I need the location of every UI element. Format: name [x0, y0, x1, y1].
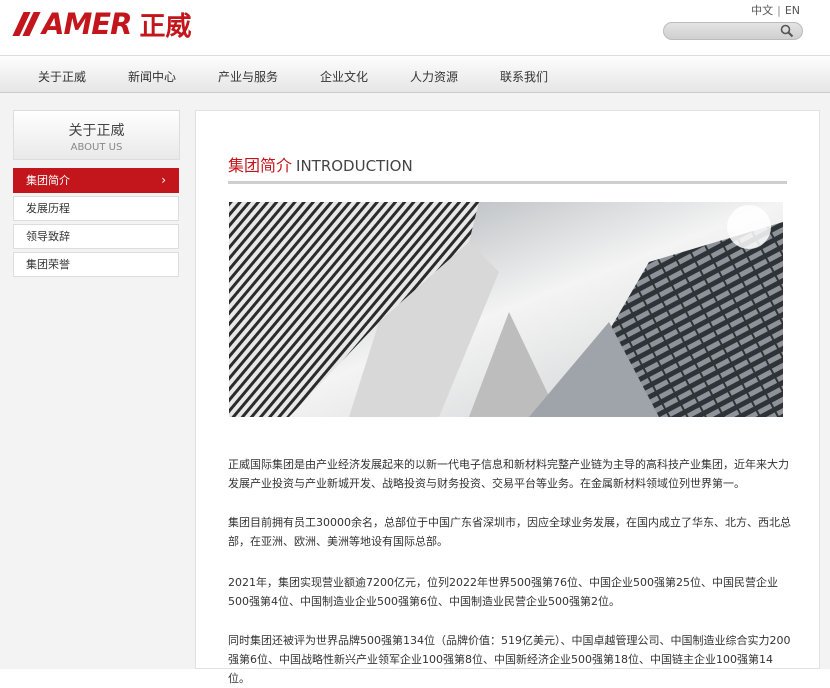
nav-item-news[interactable]: 新闻中心	[128, 68, 176, 85]
company-logo[interactable]: AMER 正威	[12, 6, 192, 42]
sidebar-header: 关于正威 ABOUT US	[13, 110, 180, 160]
lang-chinese-link[interactable]: 中文	[751, 4, 773, 17]
sidebar-item-history[interactable]: 发展历程	[13, 196, 179, 221]
page-title-en: INTRODUCTION	[296, 157, 413, 175]
title-divider	[228, 181, 787, 184]
page-title-cn: 集团简介	[228, 156, 293, 175]
chevron-right-icon: ›	[161, 173, 166, 187]
sidebar-item-label: 领导致辞	[26, 230, 70, 243]
sidebar-item-honors[interactable]: 集团荣誉	[13, 252, 179, 277]
nav-item-industry[interactable]: 产业与服务	[218, 68, 278, 85]
search-input[interactable]	[663, 22, 803, 40]
main-nav: 关于正威 新闻中心 产业与服务 企业文化 人力资源 联系我们	[0, 55, 830, 93]
sidebar-item-leader-speech[interactable]: 领导致辞	[13, 224, 179, 249]
skyscraper-image	[229, 202, 783, 417]
sidebar-item-introduction[interactable]: 集团简介 ›	[13, 168, 179, 193]
logo-text: AMER	[42, 7, 132, 41]
building-photo	[229, 202, 783, 417]
logo-chinese-name: 正威	[139, 11, 192, 42]
intro-paragraph-3: 2021年，集团实现营业额逾7200亿元，位列2022年世界500强第76位、中…	[228, 576, 778, 608]
sidebar-item-label: 发展历程	[26, 202, 70, 215]
nav-item-hr[interactable]: 人力资源	[410, 68, 458, 85]
header: AMER 正威 中文 | EN	[0, 0, 830, 55]
sidebar-subtitle: ABOUT US	[70, 142, 123, 153]
search-icon[interactable]	[780, 24, 794, 38]
sidebar-title: 关于正威	[68, 123, 125, 139]
nav-item-about[interactable]: 关于正威	[38, 68, 86, 85]
page-title: 集团简介 INTRODUCTION	[228, 152, 413, 176]
nav-item-contact[interactable]: 联系我们	[500, 68, 548, 85]
sidebar-item-label: 集团简介	[26, 174, 70, 187]
intro-paragraph-2: 集团目前拥有员工30000余名，总部位于中国广东省深圳市，因应全球业务发展，在国…	[228, 516, 791, 548]
lang-separator: |	[777, 4, 781, 17]
intro-paragraph-4: 同时集团还被评为世界品牌500强第134位（品牌价值：519亿美元）、中国卓越管…	[228, 634, 791, 685]
language-switcher: 中文 | EN	[751, 2, 800, 18]
nav-item-culture[interactable]: 企业文化	[320, 68, 368, 85]
sidebar-item-label: 集团荣誉	[26, 258, 70, 271]
intro-paragraph-1: 正威国际集团是由产业经济发展起来的以新一代电子信息和新材料完整产业链为主导的高科…	[228, 458, 789, 490]
lang-english-link[interactable]: EN	[785, 4, 800, 17]
